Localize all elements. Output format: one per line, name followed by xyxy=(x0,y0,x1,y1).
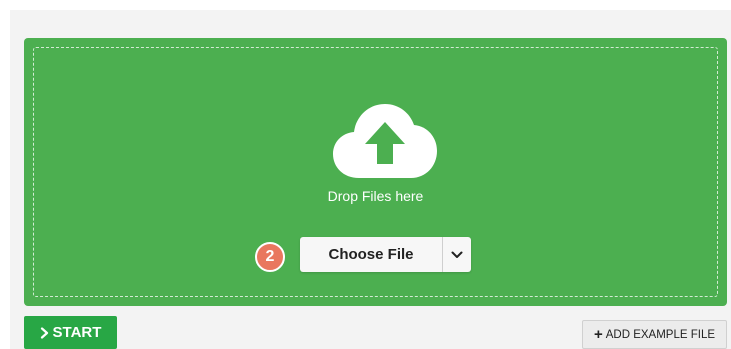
add-example-label: ADD EXAMPLE FILE xyxy=(605,328,716,341)
start-label: START xyxy=(52,324,102,341)
choose-file-button[interactable]: Choose File xyxy=(300,237,442,272)
source-dropdown-button[interactable] xyxy=(443,237,471,272)
chevron-down-icon xyxy=(451,251,463,258)
add-example-file-button[interactable]: + ADD EXAMPLE FILE xyxy=(582,320,727,349)
choose-file-group: Choose File xyxy=(300,237,471,272)
file-dropzone[interactable]: Drop Files here 2 Choose File xyxy=(24,38,727,306)
drop-files-text: Drop Files here xyxy=(327,188,424,204)
start-button[interactable]: START xyxy=(24,316,117,349)
cloud-upload-icon xyxy=(333,104,437,178)
dropzone-border: Drop Files here 2 Choose File xyxy=(33,47,718,297)
plus-icon: + xyxy=(593,326,603,343)
chevron-right-icon xyxy=(40,326,48,339)
page: Drop Files here 2 Choose File START + AD… xyxy=(0,0,731,349)
step-badge: 2 xyxy=(255,242,285,272)
